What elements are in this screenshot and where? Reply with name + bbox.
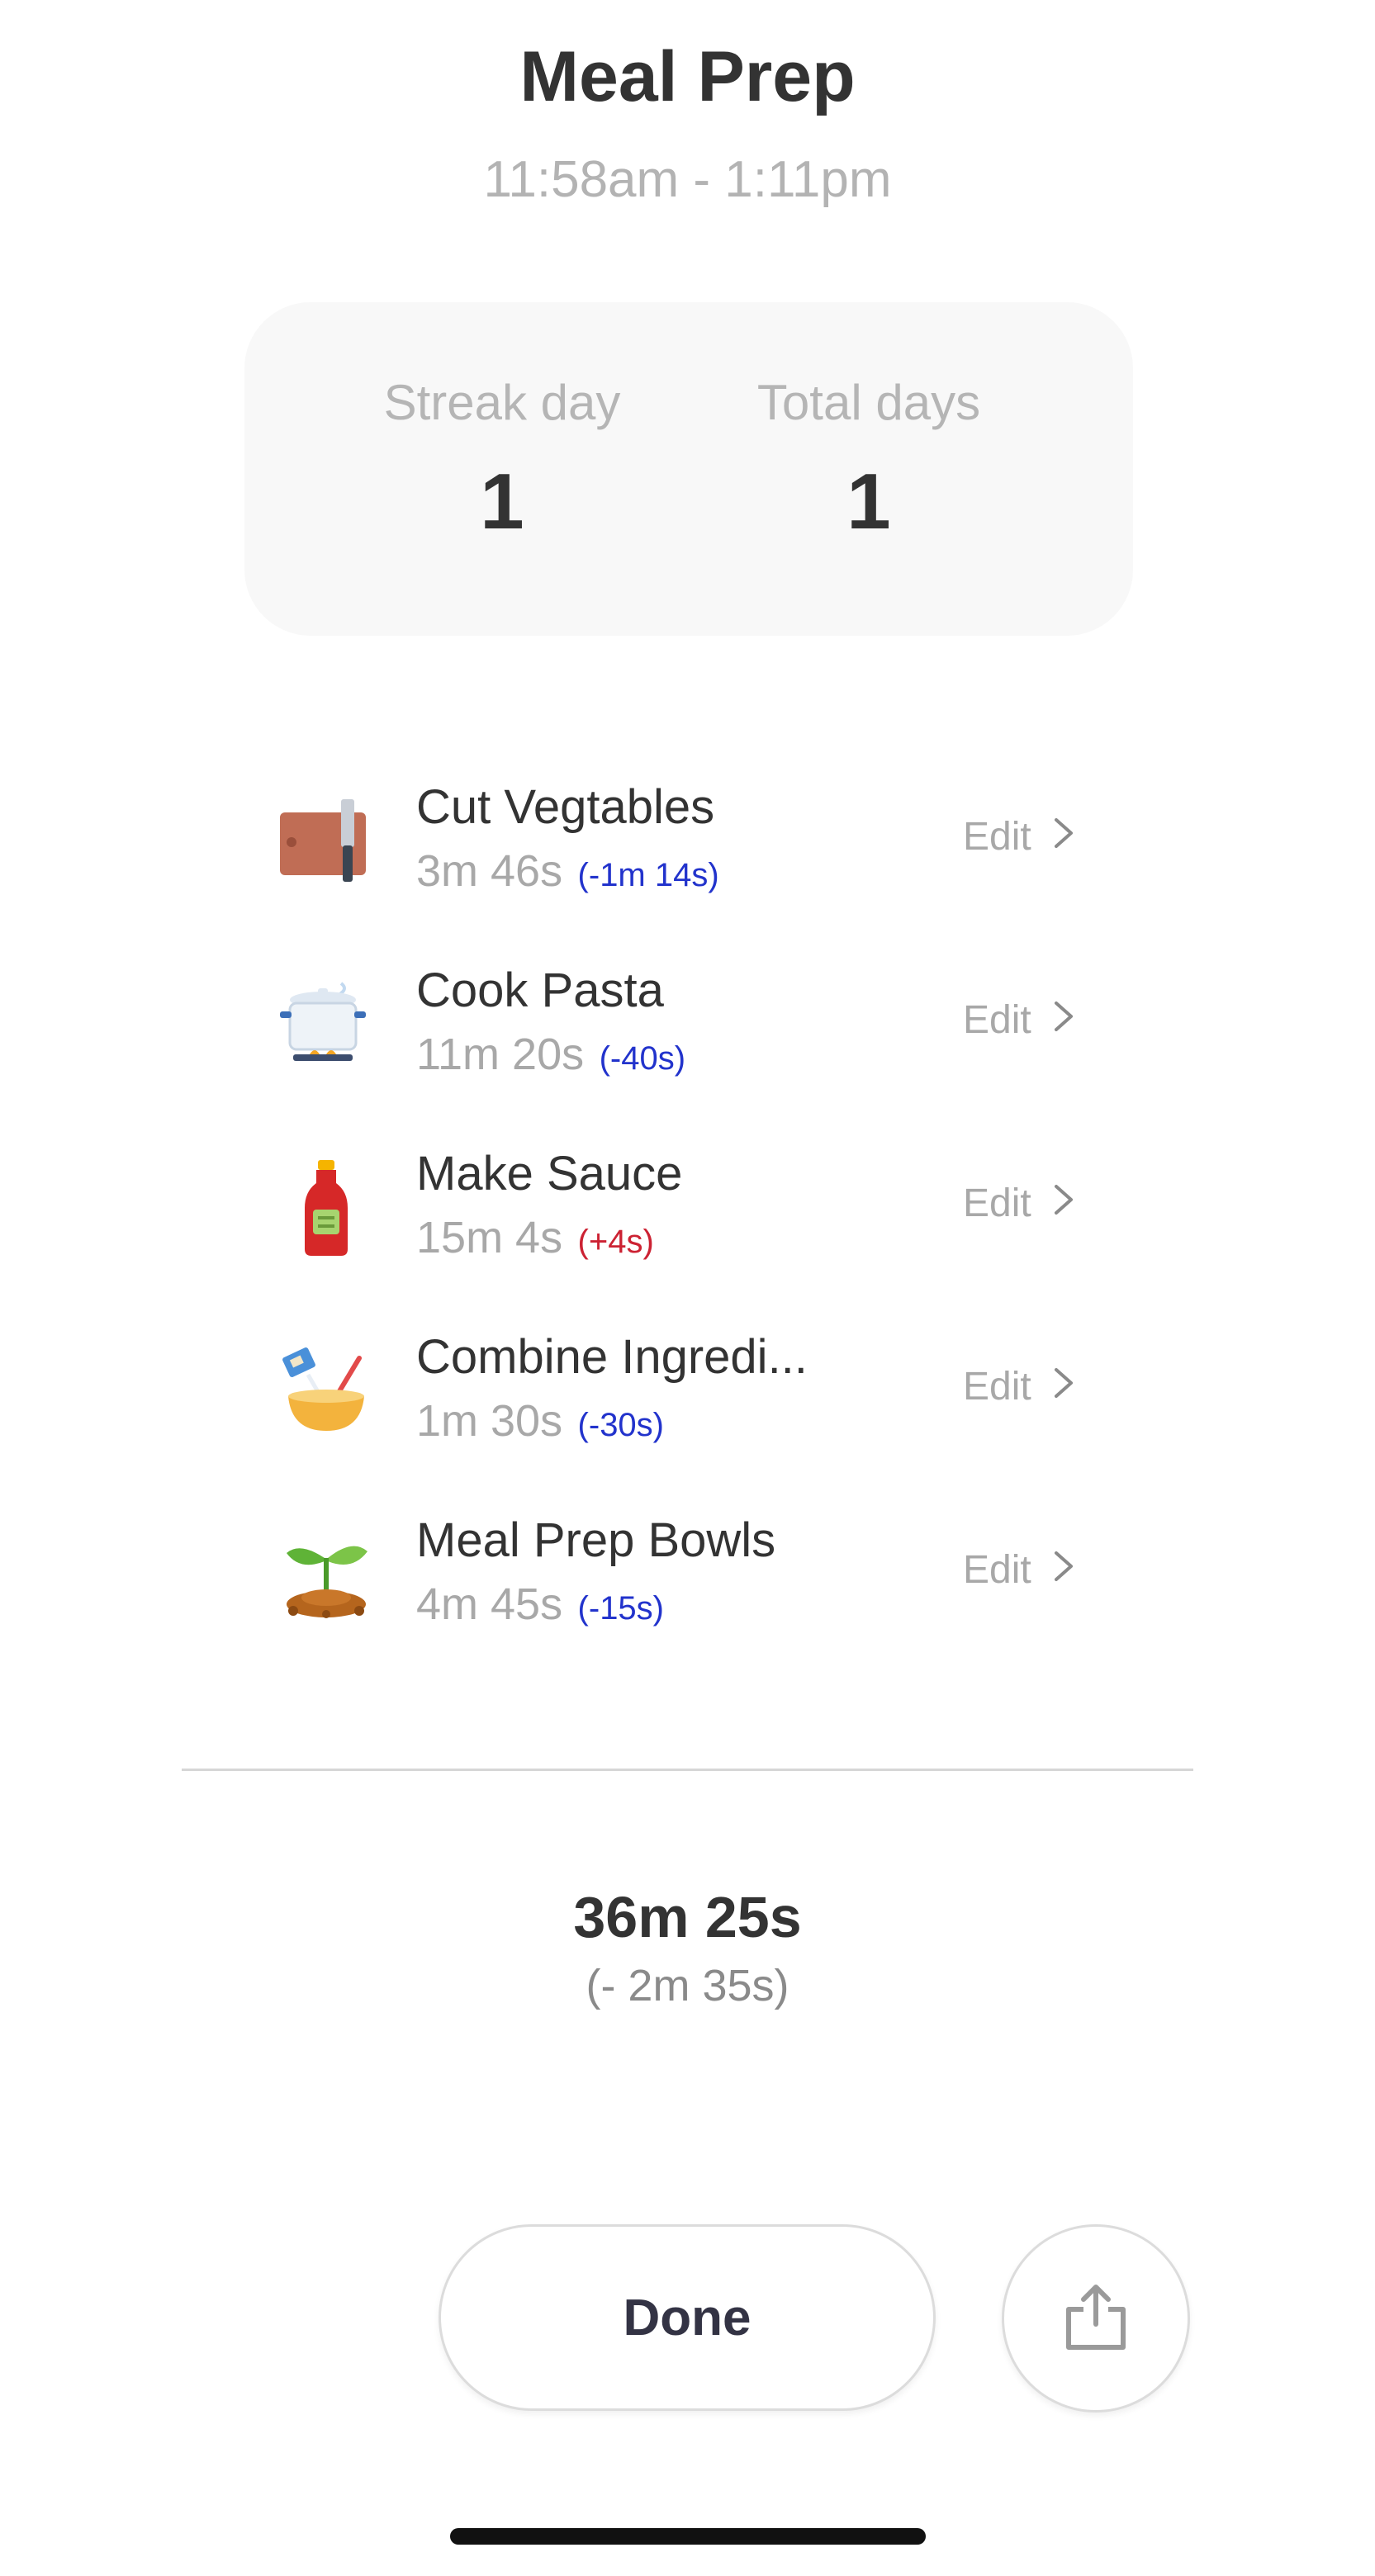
task-row: Cut Vegtables 3m 46s (-1m 14s) Edit: [273, 760, 1098, 943]
task-row: Meal Prep Bowls 4m 45s (-15s) Edit: [273, 1493, 1098, 1676]
task-row: Cook Pasta 11m 20s (-40s) Edit: [273, 943, 1098, 1126]
edit-label: Edit: [963, 998, 1031, 1042]
task-name: Meal Prep Bowls: [416, 1513, 776, 1567]
streak-stat: Streak day 1: [353, 378, 651, 542]
stats-card: Streak day 1 Total days 1: [244, 302, 1133, 636]
sprout-icon: [273, 1521, 380, 1628]
total-days-value: 1: [846, 457, 891, 546]
task-duration: 15m 4s: [416, 1213, 563, 1262]
task-row: Combine Ingredi... 1m 30s (-30s) Edit: [273, 1309, 1098, 1493]
done-button[interactable]: Done: [439, 2224, 936, 2411]
total-days-label: Total days: [756, 375, 981, 430]
task-list: Cut Vegtables 3m 46s (-1m 14s) Edit Cook…: [273, 760, 1098, 1676]
ketchup-bottle-icon: [273, 1154, 380, 1262]
task-delta: (-15s): [577, 1590, 664, 1627]
total-delta: (- 2m 35s): [586, 1961, 789, 2010]
task-duration: 4m 45s: [416, 1579, 563, 1629]
cooking-pot-icon: [273, 971, 380, 1078]
edit-button[interactable]: Edit: [963, 1364, 1074, 1409]
streak-value: 1: [480, 457, 524, 546]
task-name: Cut Vegtables: [416, 780, 715, 834]
task-delta: (+4s): [577, 1224, 654, 1260]
divider: [182, 1769, 1193, 1771]
task-delta: (-1m 14s): [577, 857, 719, 893]
mixing-bowl-icon: [273, 1338, 380, 1445]
chevron-right-icon: [1053, 814, 1074, 859]
chevron-right-icon: [1053, 1364, 1074, 1409]
total-days-stat: Total days 1: [720, 378, 1017, 542]
task-meta: 3m 46s (-1m 14s): [416, 845, 719, 897]
edit-button[interactable]: Edit: [963, 814, 1074, 859]
edit-label: Edit: [963, 1548, 1031, 1592]
share-button[interactable]: [1002, 2224, 1190, 2413]
task-name: Make Sauce: [416, 1147, 683, 1200]
edit-label: Edit: [963, 1181, 1031, 1225]
edit-button[interactable]: Edit: [963, 1547, 1074, 1593]
share-icon: [1060, 2281, 1131, 2356]
cutting-board-knife-icon: [273, 788, 380, 895]
edit-label: Edit: [963, 1365, 1031, 1409]
time-range: 11:58am - 1:11pm: [483, 151, 892, 208]
task-duration: 3m 46s: [416, 846, 563, 896]
task-duration: 11m 20s: [416, 1030, 585, 1079]
chevron-right-icon: [1053, 997, 1074, 1043]
task-duration: 1m 30s: [416, 1396, 563, 1446]
chevron-right-icon: [1053, 1547, 1074, 1593]
home-indicator: [450, 2528, 926, 2545]
task-row: Make Sauce 15m 4s (+4s) Edit: [273, 1126, 1098, 1309]
edit-button[interactable]: Edit: [963, 1181, 1074, 1226]
task-meta: 15m 4s (+4s): [416, 1212, 654, 1263]
task-meta: 1m 30s (-30s): [416, 1395, 664, 1447]
page-title: Meal Prep: [519, 37, 856, 116]
task-name: Cook Pasta: [416, 964, 664, 1017]
task-name: Combine Ingredi...: [416, 1330, 808, 1384]
edit-button[interactable]: Edit: [963, 997, 1074, 1043]
task-delta: (-40s): [599, 1040, 686, 1077]
task-meta: 11m 20s (-40s): [416, 1029, 685, 1080]
task-meta: 4m 45s (-15s): [416, 1579, 664, 1630]
streak-label: Streak day: [383, 375, 621, 430]
task-delta: (-30s): [577, 1407, 664, 1443]
edit-label: Edit: [963, 815, 1031, 859]
total-time: 36m 25s: [573, 1885, 802, 1949]
chevron-right-icon: [1053, 1181, 1074, 1226]
